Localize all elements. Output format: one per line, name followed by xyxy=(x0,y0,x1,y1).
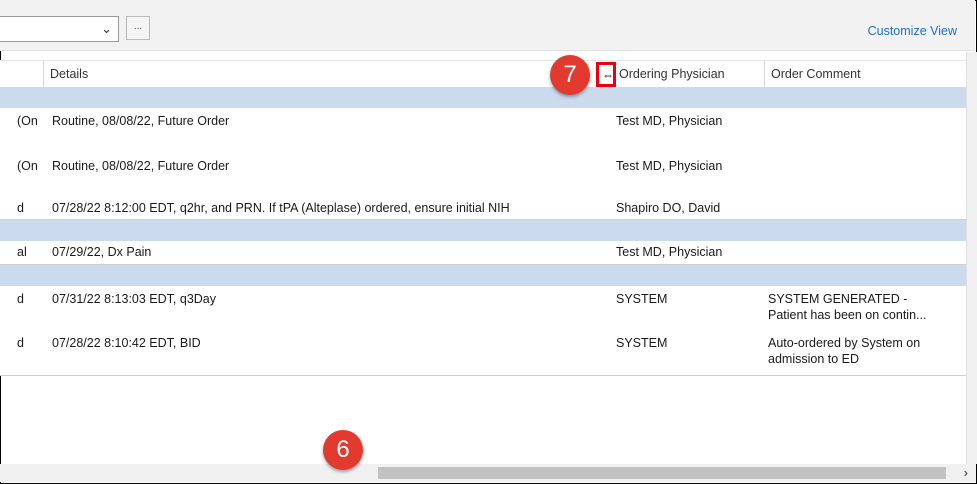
row-physician: Test MD, Physician xyxy=(616,159,723,173)
row-physician: Test MD, Physician xyxy=(616,245,723,259)
row-comment-line2: admission to ED xyxy=(768,352,860,366)
horizontal-scrollbar[interactable]: › xyxy=(0,464,976,482)
table-row[interactable]: d 07/31/22 8:13:03 EDT, q3Day SYSTEM SYS… xyxy=(0,286,966,331)
table-row[interactable]: (On Routine, 08/08/22, Future Order Test… xyxy=(0,108,966,154)
column-resize-handle[interactable]: ⇔ xyxy=(596,62,616,87)
column-header-order-comment[interactable]: Order Comment xyxy=(764,61,966,87)
chevron-down-icon[interactable]: ⌄ xyxy=(101,21,112,37)
scrollbar-thumb[interactable] xyxy=(378,467,946,479)
toolbar: ⌄ ... Customize View xyxy=(0,0,975,51)
column-header-truncated[interactable] xyxy=(0,61,43,87)
table-row[interactable]: (On Routine, 08/08/22, Future Order Test… xyxy=(0,153,966,198)
chevron-right-icon[interactable]: › xyxy=(964,465,968,480)
callout-badge-6: 6 xyxy=(323,430,363,470)
view-dropdown[interactable]: ⌄ xyxy=(0,16,119,42)
column-header-ordering-physician[interactable]: Ordering Physician xyxy=(612,61,764,87)
row-comment-line1: Auto-ordered by System on xyxy=(768,336,921,350)
row-comment-line2: Patient has been on contin... xyxy=(768,308,927,322)
row-details: 07/29/22, Dx Pain xyxy=(52,245,152,259)
row-physician: Shapiro DO, David xyxy=(616,201,721,215)
row-details: Routine, 08/08/22, Future Order xyxy=(52,114,230,128)
row-details: 07/28/22 8:12:00 EDT, q2hr, and PRN. If … xyxy=(52,201,510,215)
table-row[interactable]: d 07/28/22 8:10:42 EDT, BID SYSTEM Auto-… xyxy=(0,330,966,376)
row-details: 07/28/22 8:10:42 EDT, BID xyxy=(52,336,201,350)
customize-view-link[interactable]: Customize View xyxy=(868,24,957,38)
row-physician: Test MD, Physician xyxy=(616,114,723,128)
group-header-row xyxy=(0,87,966,108)
row-details: Routine, 08/08/22, Future Order xyxy=(52,159,230,173)
column-header-details[interactable]: Details xyxy=(43,61,612,87)
row-prefix: d xyxy=(17,201,24,215)
group-header-row xyxy=(0,265,966,286)
row-comment-line1: SYSTEM GENERATED - xyxy=(768,292,908,306)
grid-header: Details Ordering Physician Order Comment xyxy=(0,60,966,88)
group-header-row xyxy=(0,220,966,241)
row-prefix: (On xyxy=(17,114,38,128)
row-prefix: (On xyxy=(17,159,38,173)
vertical-scrollbar[interactable] xyxy=(966,52,977,464)
row-physician: SYSTEM xyxy=(616,336,668,350)
ellipsis-button[interactable]: ... xyxy=(126,16,150,40)
row-details: 07/31/22 8:13:03 EDT, q3Day xyxy=(52,292,217,306)
row-prefix: d xyxy=(17,336,24,350)
column-resize-icon: ⇔ xyxy=(602,68,614,82)
table-row[interactable]: d 07/28/22 8:12:00 EDT, q2hr, and PRN. I… xyxy=(0,197,966,220)
row-prefix: d xyxy=(17,292,24,306)
table-row[interactable]: al 07/29/22, Dx Pain Test MD, Physician xyxy=(0,241,966,265)
callout-badge-7: 7 xyxy=(550,55,590,95)
row-physician: SYSTEM xyxy=(616,292,668,306)
row-prefix: al xyxy=(17,245,27,259)
